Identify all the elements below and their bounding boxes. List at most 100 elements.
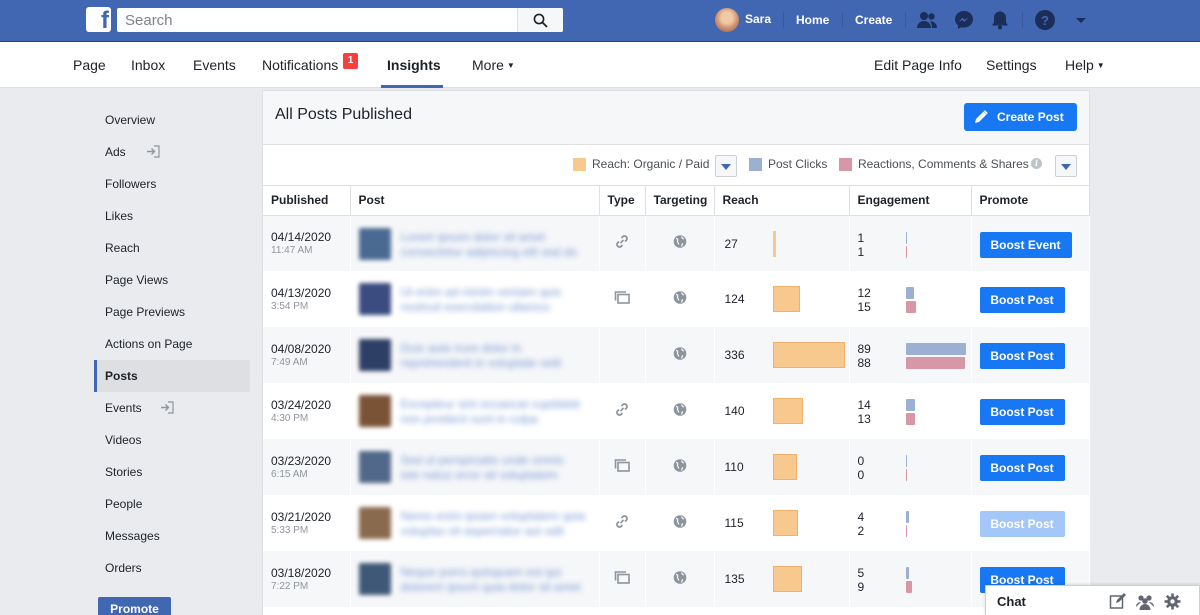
reach-value: 135 — [724, 572, 745, 586]
post-cell[interactable]: Excepteur sint occaecat cupidatat non pr… — [350, 383, 600, 439]
settings-link[interactable]: Settings — [986, 57, 1037, 73]
panel-header: All Posts Published Create Post — [263, 91, 1089, 145]
tab-insights[interactable]: Insights — [387, 57, 441, 73]
boost-button[interactable]: Boost Post — [979, 343, 1065, 369]
post-thumbnail[interactable] — [358, 451, 391, 483]
column-header-post[interactable]: Post — [350, 186, 600, 216]
post-clicks-bar — [905, 455, 907, 467]
post-text[interactable]: Excepteur sint occaecat cupidatat non pr… — [401, 397, 586, 429]
reach-cell: 135 — [714, 551, 850, 607]
sidebar-item-page-previews[interactable]: Page Previews — [94, 296, 250, 328]
account-menu-caret-icon[interactable] — [1070, 9, 1092, 31]
post-cell[interactable]: Duis aute irure dolor in reprehenderit i… — [350, 327, 600, 383]
posts-table: Published Post Type Targeting Reach Enga… — [263, 186, 1090, 607]
new-message-icon[interactable] — [1109, 593, 1126, 610]
column-header-targeting[interactable]: Targeting — [645, 186, 715, 216]
sidebar-item-messages[interactable]: Messages — [94, 520, 250, 552]
sidebar-item-orders[interactable]: Orders — [94, 552, 250, 584]
sidebar-item-people[interactable]: People — [94, 488, 250, 520]
sidebar-item-likes[interactable]: Likes — [94, 200, 250, 232]
chat-bar[interactable]: Chat — [985, 585, 1200, 615]
column-header-published[interactable]: Published — [263, 186, 351, 216]
post-thumbnail[interactable] — [358, 283, 391, 315]
post-thumbnail[interactable] — [358, 339, 391, 371]
boost-button[interactable]: Boost Post — [979, 455, 1065, 481]
search-icon — [533, 13, 548, 28]
gear-icon[interactable] — [1164, 593, 1181, 610]
messenger-icon[interactable] — [953, 9, 975, 31]
notifications-bell-icon[interactable] — [989, 9, 1011, 31]
post-cell[interactable]: Sed ut perspiciatis unde omnis iste natu… — [350, 439, 600, 495]
help-icon[interactable]: ? — [1034, 9, 1056, 31]
info-icon[interactable]: i — [1031, 158, 1042, 169]
sidebar-item-videos[interactable]: Videos — [94, 424, 250, 456]
column-header-reach[interactable]: Reach — [714, 186, 850, 216]
tab-more[interactable]: More ▼ — [472, 57, 515, 73]
sidebar-item-reach[interactable]: Reach — [94, 232, 250, 264]
search-button[interactable] — [517, 8, 563, 32]
post-text[interactable]: Ut enim ad minim veniam quis nostrud exe… — [401, 285, 586, 317]
post-thumbnail[interactable] — [358, 563, 391, 595]
published-time: 3:54 PM — [271, 300, 309, 312]
column-header-type[interactable]: Type — [599, 186, 646, 216]
sidebar-item-actions-on-page[interactable]: Actions on Page — [94, 328, 250, 360]
post-text[interactable]: Duis aute irure dolor in reprehenderit i… — [401, 341, 586, 373]
tab-inbox[interactable]: Inbox — [131, 57, 165, 73]
sidebar-item-events[interactable]: Events — [94, 392, 250, 424]
post-thumbnail[interactable] — [358, 507, 391, 539]
column-header-promote[interactable]: Promote — [971, 186, 1089, 216]
boost-button[interactable]: Boost Post — [979, 399, 1065, 425]
post-text[interactable]: Sed ut perspiciatis unde omnis iste natu… — [401, 453, 586, 485]
sidebar-item-label: Overview — [105, 113, 156, 127]
sidebar-item-label: Page Views — [105, 273, 169, 287]
sidebar-item-ads[interactable]: Ads — [94, 136, 250, 168]
engagement-values: 89 88 — [858, 342, 871, 370]
post-cell[interactable]: Neque porro quisquam est qui dolorem ips… — [350, 551, 600, 607]
clicks-legend-swatch — [749, 158, 762, 171]
published-date: 03/23/2020 — [271, 453, 332, 468]
create-link[interactable]: Create — [855, 13, 892, 27]
clicks-legend-label: Post Clicks — [768, 157, 828, 171]
post-cell[interactable]: Nemo enim ipsam voluptatem quia voluptas… — [350, 495, 600, 551]
engagement-metric-dropdown[interactable] — [1055, 155, 1077, 177]
sidebar-item-followers[interactable]: Followers — [94, 168, 250, 200]
post-cell[interactable]: Ut enim ad minim veniam quis nostrud exe… — [350, 271, 600, 327]
sidebar-item-overview[interactable]: Overview — [94, 104, 250, 136]
tab-page[interactable]: Page — [73, 57, 106, 73]
edit-page-info-link[interactable]: Edit Page Info — [874, 57, 962, 73]
post-thumbnail[interactable] — [358, 395, 391, 427]
create-post-button[interactable]: Create Post — [964, 103, 1077, 131]
engagement-cell: 42 — [849, 495, 972, 551]
tab-notifications[interactable]: Notifications — [262, 57, 338, 73]
post-clicks-value: 14 — [857, 398, 871, 412]
home-link[interactable]: Home — [796, 13, 829, 27]
promote-button[interactable]: Promote — [98, 597, 171, 615]
post-cell[interactable]: Lorem ipsum dolor sit amet consectetur a… — [350, 215, 600, 271]
column-header-engagement[interactable]: Engagement — [849, 186, 972, 216]
post-text[interactable]: Nemo enim ipsam voluptatem quia voluptas… — [401, 509, 586, 541]
page-title: All Posts Published — [275, 106, 412, 123]
sidebar-item-label: Followers — [105, 177, 157, 191]
help-menu[interactable]: Help ▼ — [1065, 57, 1105, 73]
boost-button[interactable]: Boost Post — [979, 511, 1065, 537]
post-text[interactable]: Lorem ipsum dolor sit amet consectetur a… — [401, 230, 586, 262]
boost-button[interactable]: Boost Post — [979, 287, 1065, 313]
sidebar-item-stories[interactable]: Stories — [94, 456, 250, 488]
sidebar-item-page-views[interactable]: Page Views — [94, 264, 250, 296]
posts-panel: All Posts Published Create Post Reach: O… — [262, 90, 1090, 615]
post-text[interactable]: Neque porro quisquam est qui dolorem ips… — [401, 565, 586, 597]
sidebar-item-posts[interactable]: Posts — [94, 360, 250, 392]
search-input[interactable] — [117, 8, 517, 32]
friends-icon[interactable] — [916, 9, 938, 31]
tab-events[interactable]: Events — [193, 57, 236, 73]
facebook-logo-icon[interactable]: f — [86, 7, 111, 32]
published-date: 04/14/2020 — [271, 229, 332, 244]
engagement-cell: 11 — [849, 215, 972, 271]
group-chat-icon[interactable] — [1136, 593, 1154, 610]
post-thumbnail[interactable] — [358, 227, 391, 260]
reach-metric-dropdown[interactable] — [715, 155, 737, 177]
boost-button[interactable]: Boost Event — [979, 231, 1072, 258]
reach-cell: 336 — [714, 327, 850, 383]
post-clicks-value: 0 — [857, 454, 865, 468]
reach-legend-label: Reach: Organic / Paid — [592, 157, 710, 171]
